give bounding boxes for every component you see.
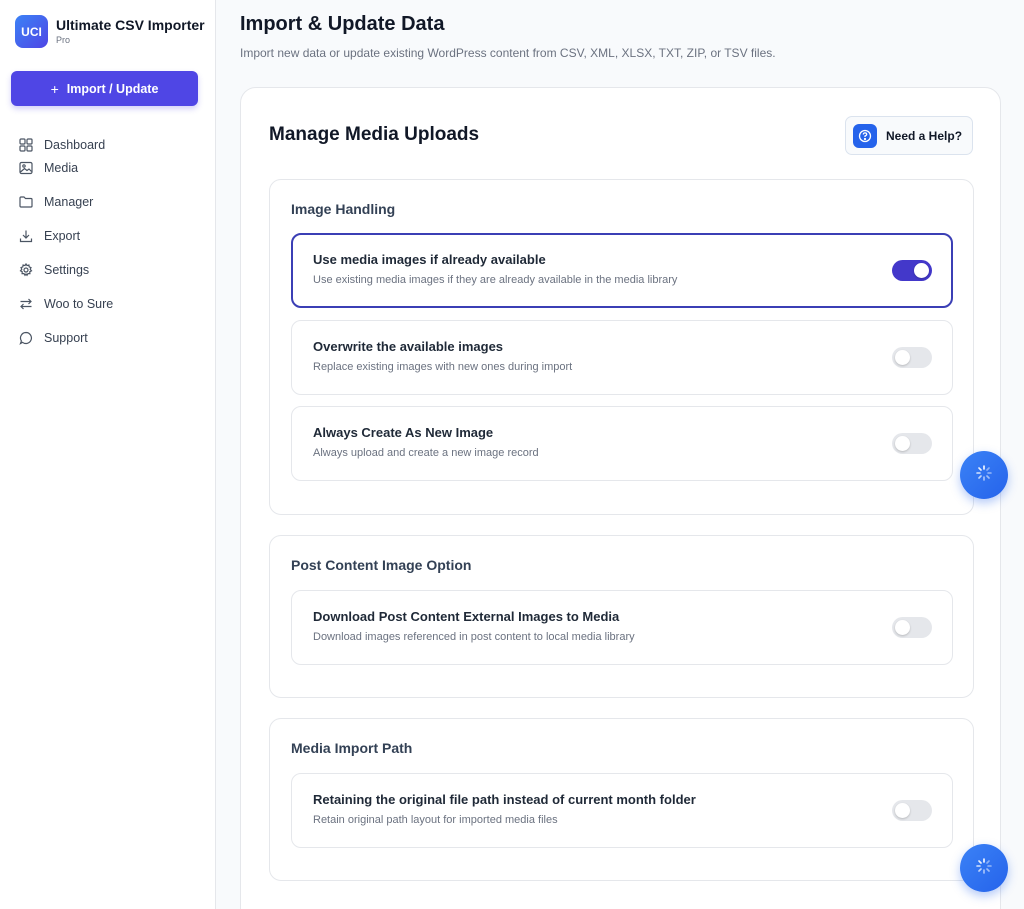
option-description: Retain original path layout for imported… xyxy=(313,814,558,826)
image-icon xyxy=(19,161,33,175)
option-use-existing-media[interactable]: Use media images if already available Us… xyxy=(291,233,953,308)
option-overwrite-images[interactable]: Overwrite the available images Replace e… xyxy=(291,320,953,395)
import-update-label: Import / Update xyxy=(66,81,159,96)
floating-assistant-button[interactable] xyxy=(960,451,1008,499)
toggle-knob xyxy=(895,436,910,451)
sidebar: UCI Ultimate CSV Importer Pro + Import /… xyxy=(0,0,216,909)
help-label: Need a Help? xyxy=(886,128,963,143)
import-update-button[interactable]: + Import / Update xyxy=(11,71,198,106)
toggle-knob xyxy=(895,803,910,818)
section-title: Media Import Path xyxy=(291,740,413,756)
download-icon xyxy=(19,229,33,243)
app-edition: Pro xyxy=(56,35,71,45)
toggle-use-existing-media[interactable] xyxy=(892,260,932,281)
card-title: Manage Media Uploads xyxy=(269,124,480,145)
section-post-content-image: Post Content Image Option Download Post … xyxy=(269,535,974,698)
brand[interactable]: UCI Ultimate CSV Importer Pro xyxy=(15,15,205,48)
section-title: Image Handling xyxy=(291,201,396,217)
option-description: Download images referenced in post conte… xyxy=(313,631,635,643)
option-description: Use existing media images if they are al… xyxy=(313,274,678,286)
option-download-external-images[interactable]: Download Post Content External Images to… xyxy=(291,590,953,665)
help-button[interactable]: Need a Help? xyxy=(845,116,973,155)
option-title: Retaining the original file path instead… xyxy=(313,792,696,807)
toggle-knob xyxy=(914,263,929,278)
chat-icon xyxy=(19,331,33,345)
swap-icon xyxy=(19,297,33,311)
app-logo: UCI xyxy=(15,15,48,48)
option-title: Use media images if already available xyxy=(313,252,546,267)
section-image-handling: Image Handling Use media images if alrea… xyxy=(269,179,974,515)
toggle-overwrite-images[interactable] xyxy=(892,347,932,368)
sidebar-item-label: Settings xyxy=(44,262,90,277)
option-title: Download Post Content External Images to… xyxy=(313,609,620,624)
toggle-always-create-new[interactable] xyxy=(892,433,932,454)
option-description: Replace existing images with new ones du… xyxy=(313,361,573,373)
media-uploads-card: Manage Media Uploads Need a Help? Image … xyxy=(240,87,1001,909)
sidebar-item-label: Dashboard xyxy=(44,137,106,152)
option-description: Always upload and create a new image rec… xyxy=(313,447,539,459)
option-always-create-new[interactable]: Always Create As New Image Always upload… xyxy=(291,406,953,481)
loader-icon xyxy=(975,857,993,880)
main-content: Import & Update Data Import new data or … xyxy=(216,0,1024,909)
sidebar-item-label: Support xyxy=(44,330,88,345)
option-retain-original-path[interactable]: Retaining the original file path instead… xyxy=(291,773,953,848)
page-subtitle: Import new data or update existing WordP… xyxy=(240,46,776,60)
grid-icon xyxy=(19,137,33,152)
floating-chat-button[interactable] xyxy=(960,844,1008,892)
section-media-import-path: Media Import Path Retaining the original… xyxy=(269,718,974,881)
loader-icon xyxy=(975,464,993,487)
sidebar-item-label: Media xyxy=(44,160,79,175)
option-title: Overwrite the available images xyxy=(313,339,504,354)
plus-icon: + xyxy=(50,80,59,97)
question-icon xyxy=(853,123,877,148)
option-title: Always Create As New Image xyxy=(313,425,494,440)
sidebar-item-label: Manager xyxy=(44,194,94,209)
section-title: Post Content Image Option xyxy=(291,557,472,573)
toggle-knob xyxy=(895,350,910,365)
sidebar-item-label: Export xyxy=(44,228,81,243)
sidebar-item-support[interactable]: Support xyxy=(19,315,199,360)
toggle-retain-original-path[interactable] xyxy=(892,800,932,821)
app-name: Ultimate CSV Importer xyxy=(56,17,205,33)
toggle-knob xyxy=(895,620,910,635)
sidebar-nav: Dashboard Media Manager Export Settings xyxy=(19,133,199,360)
sidebar-item-label: Woo to Sure xyxy=(44,296,114,311)
folder-icon xyxy=(19,195,33,209)
page-title: Import & Update Data xyxy=(240,13,445,35)
gear-icon xyxy=(19,262,33,277)
toggle-download-external-images[interactable] xyxy=(892,617,932,638)
